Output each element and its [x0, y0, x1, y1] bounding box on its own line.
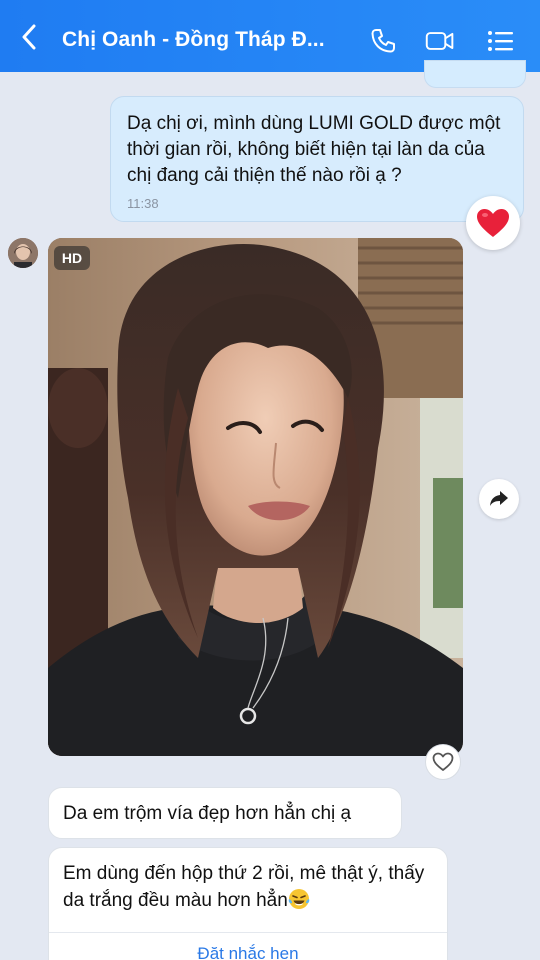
- video-call-button[interactable]: [425, 26, 455, 56]
- like-button[interactable]: [425, 744, 461, 780]
- incoming-message-text: Em dùng đến hộp thứ 2 rồi, mê thật ý, th…: [63, 863, 425, 911]
- avatar[interactable]: [8, 238, 38, 268]
- chevron-left-icon: [22, 24, 36, 50]
- heart-icon: [477, 209, 509, 237]
- selfie-photo: [48, 238, 463, 756]
- heart-outline-icon: [432, 752, 454, 771]
- outgoing-message[interactable]: Dạ chị ơi, mình dùng LUMI GOLD được một …: [110, 96, 524, 222]
- chat-title[interactable]: Chị Oanh - Đồng Tháp Đ...: [62, 28, 325, 52]
- phone-icon: [371, 29, 395, 53]
- menu-button[interactable]: [486, 26, 516, 56]
- incoming-message-text: Da em trộm vía đẹp hơn hẳn chị ạ: [63, 803, 352, 824]
- forward-arrow-icon: [490, 491, 508, 506]
- set-reminder-link[interactable]: Đặt nhắc hẹn: [49, 940, 447, 960]
- previous-message-bubble: [424, 60, 526, 88]
- hd-badge: HD: [54, 246, 90, 270]
- tears-of-joy-emoji: [288, 889, 310, 909]
- avatar-image: [8, 238, 38, 268]
- message-time: 11:38: [127, 196, 159, 211]
- back-button[interactable]: [14, 22, 44, 52]
- incoming-message[interactable]: Em dùng đến hộp thứ 2 rồi, mê thật ý, th…: [48, 847, 448, 960]
- incoming-message[interactable]: Da em trộm vía đẹp hơn hẳn chị ạ: [48, 787, 402, 839]
- call-button[interactable]: [368, 26, 398, 56]
- divider: [49, 932, 447, 933]
- photo-message[interactable]: [48, 238, 463, 756]
- outgoing-message-text: Dạ chị ơi, mình dùng LUMI GOLD được một …: [127, 113, 501, 186]
- video-icon: [425, 32, 454, 50]
- list-menu-icon: [488, 31, 513, 51]
- reaction-badge[interactable]: [466, 196, 520, 250]
- share-button[interactable]: [479, 479, 519, 519]
